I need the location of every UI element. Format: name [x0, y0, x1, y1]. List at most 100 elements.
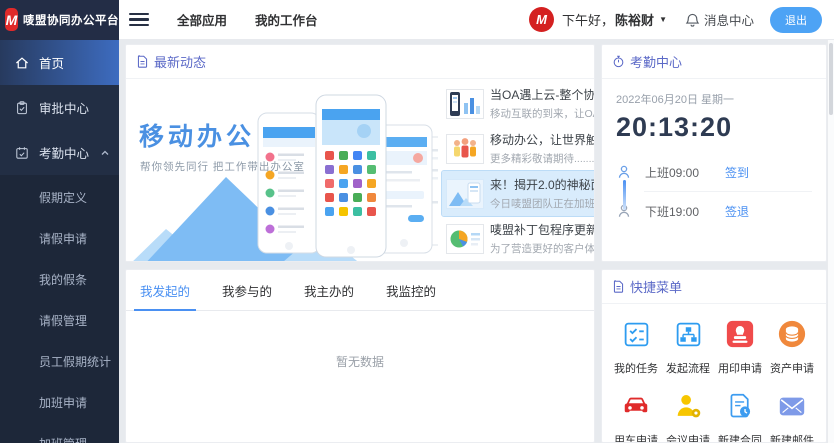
news-item[interactable]: 唛盟补丁包程序更新 为了营造更好的客户体验，唛: [442, 216, 595, 261]
quick-new-mail[interactable]: 新建邮件: [766, 390, 818, 443]
app-window: M 唛盟协同办公平台 全部应用 我的工作台 M 下午好，陈裕财 ▼ 消息中心 退…: [0, 0, 834, 443]
document-icon: [612, 280, 625, 293]
user-name: 陈裕财: [615, 10, 654, 29]
news-desc: 为了营造更好的客户体验，唛: [490, 241, 595, 256]
news-title: 移动办公，让世界触手可: [490, 131, 595, 148]
task-list-icon: [620, 318, 652, 350]
quick-menu-grid: 我的任务 发起流程 用印申请: [602, 304, 826, 443]
document-icon: [136, 55, 149, 68]
quick-new-contract[interactable]: 新建合同: [714, 390, 766, 443]
tab-hosted-by-me[interactable]: 我主办的: [300, 270, 358, 310]
sidebar-item-label: 考勤中心: [39, 143, 89, 162]
sidebar-subitem-overtime-management[interactable]: 加班管理: [0, 423, 119, 443]
news-item[interactable]: 移动办公，让世界触手可 更多精彩敬请期待........: [442, 126, 595, 171]
brand: M 唛盟协同办公平台: [0, 0, 119, 40]
tab-initiated-by-me[interactable]: 我发起的: [136, 270, 194, 310]
database-icon: [776, 318, 808, 350]
news-body: 移动办公 帮你领先同行 把工作带出办公室 当OA遇上云-整个协同OA 移动互联的…: [126, 79, 594, 262]
sidebar-submenu: 假期定义 请假申请 我的假条 请假管理 员工假期统计 加班申请 加班管理: [0, 175, 119, 443]
nav-my-workbench[interactable]: 我的工作台: [255, 10, 318, 29]
user-avatar[interactable]: M: [529, 7, 554, 32]
user-greeting-menu[interactable]: 下午好，陈裕财 ▼: [562, 10, 667, 29]
car-icon: [620, 390, 652, 422]
chevron-down-icon: ▼: [659, 15, 667, 24]
nav-all-apps[interactable]: 全部应用: [177, 10, 227, 29]
clipboard-icon: [14, 100, 30, 116]
attendance-panel: 考勤中心 2022年06月20日 星期一 20:13:20 上班09:00 签到…: [601, 44, 827, 262]
sidebar-subitem-overtime-application[interactable]: 加班申请: [0, 382, 119, 423]
sign-out-link[interactable]: 签退: [725, 203, 749, 220]
contract-document-icon: [724, 390, 756, 422]
attendance-date: 2022年06月20日 星期一: [616, 91, 812, 107]
header-right: M 下午好，陈裕财 ▼ 消息中心 退出: [529, 7, 834, 33]
avatar-letter: M: [536, 12, 547, 27]
news-carousel[interactable]: 移动办公 帮你领先同行 把工作带出办公室: [126, 79, 438, 262]
quick-item-label: 新建邮件: [766, 432, 818, 443]
person-icon: [616, 164, 632, 180]
flowchart-icon: [672, 318, 704, 350]
quick-asset-application[interactable]: 资产申请: [766, 318, 818, 376]
quick-menu-header: 快捷菜单: [602, 270, 826, 304]
quick-my-tasks[interactable]: 我的任务: [610, 318, 662, 376]
sidebar-item-attendance-center[interactable]: 考勤中心: [0, 130, 119, 175]
main-right-column: 考勤中心 2022年06月20日 星期一 20:13:20 上班09:00 签到…: [601, 44, 827, 443]
panel-title: 考勤中心: [630, 52, 682, 71]
chevron-up-icon: [100, 147, 110, 157]
news-title: 唛盟补丁包程序更新: [490, 221, 595, 238]
news-thumbnail: [446, 224, 484, 254]
sidebar: 首页 审批中心 考勤中心 假期定义 请假申请 我的假条 请假管理 员工假期统计 …: [0, 40, 119, 443]
news-list: 当OA遇上云-整个协同OA 移动互联的到来，让OA与云 移动办公，让世界触手可 …: [438, 79, 595, 262]
message-center-link[interactable]: 消息中心: [685, 10, 754, 29]
news-item-selected[interactable]: 来！揭开2.0的神秘面纱~ 今日唛盟团队正在加班加点,: [442, 171, 595, 216]
news-thumbnail: [446, 89, 484, 119]
bell-icon: [685, 12, 700, 28]
home-icon: [14, 55, 30, 71]
logout-button[interactable]: 退出: [770, 7, 822, 33]
quick-meeting-application[interactable]: 会议申请: [662, 390, 714, 443]
sidebar-subitem-leave-management[interactable]: 请假管理: [0, 300, 119, 341]
quick-start-workflow[interactable]: 发起流程: [662, 318, 714, 376]
mail-envelope-icon: [776, 390, 808, 422]
news-desc: 移动互联的到来，让OA与云: [490, 106, 595, 121]
quick-item-label: 新建合同: [714, 432, 766, 443]
news-thumbnail: [446, 134, 484, 164]
calendar-icon: [14, 145, 30, 161]
quick-vehicle-application[interactable]: 用车申请: [610, 390, 662, 443]
quick-seal-application[interactable]: 用印申请: [714, 318, 766, 376]
sidebar-item-label: 首页: [39, 53, 64, 72]
news-thumbnail: [446, 179, 484, 209]
quick-item-label: 会议申请: [662, 432, 714, 443]
sidebar-item-approval-center[interactable]: 审批中心: [0, 85, 119, 130]
tab-monitored-by-me[interactable]: 我监控的: [382, 270, 440, 310]
banner-headline: 移动办公: [139, 117, 255, 153]
app-title: 唛盟协同办公平台: [23, 12, 119, 28]
news-item[interactable]: 当OA遇上云-整个协同OA 移动互联的到来，让OA与云: [442, 81, 595, 126]
attendance-body: 2022年06月20日 星期一 20:13:20 上班09:00 签到 下班19…: [602, 79, 826, 228]
quick-item-label: 资产申请: [766, 360, 818, 376]
sign-in-row: 上班09:00 签到: [616, 155, 812, 189]
tab-participated-by-me[interactable]: 我参与的: [218, 270, 276, 310]
news-title: 当OA遇上云-整个协同OA: [490, 86, 595, 103]
sidebar-subitem-my-leave-notes[interactable]: 我的假条: [0, 259, 119, 300]
main-left-column: 最新动态: [125, 44, 595, 443]
attendance-header: 考勤中心: [602, 45, 826, 79]
news-desc: 更多精彩敬请期待........: [490, 151, 595, 166]
stopwatch-icon: [612, 55, 625, 68]
scrollbar-thumb[interactable]: [829, 43, 833, 115]
quick-menu-panel: 快捷菜单 我的任务 发起流程: [601, 269, 827, 443]
sidebar-subitem-employee-leave-stats[interactable]: 员工假期统计: [0, 341, 119, 382]
top-header: M 唛盟协同办公平台 全部应用 我的工作台 M 下午好，陈裕财 ▼ 消息中心 退…: [0, 0, 834, 40]
stamp-icon: [724, 318, 756, 350]
hamburger-menu-icon[interactable]: [129, 10, 149, 30]
attendance-clock: 20:13:20: [616, 112, 812, 143]
meeting-person-icon: [672, 390, 704, 422]
sidebar-subitem-leave-application[interactable]: 请假申请: [0, 218, 119, 259]
sign-in-link[interactable]: 签到: [725, 164, 749, 181]
panel-title: 快捷菜单: [630, 277, 682, 296]
quick-item-label: 我的任务: [610, 360, 662, 376]
timeline-connector: [623, 180, 626, 210]
sidebar-item-home[interactable]: 首页: [0, 40, 119, 85]
sidebar-subitem-holiday-definition[interactable]: 假期定义: [0, 177, 119, 218]
page-scrollbar[interactable]: [827, 40, 834, 443]
divider: [644, 191, 812, 192]
